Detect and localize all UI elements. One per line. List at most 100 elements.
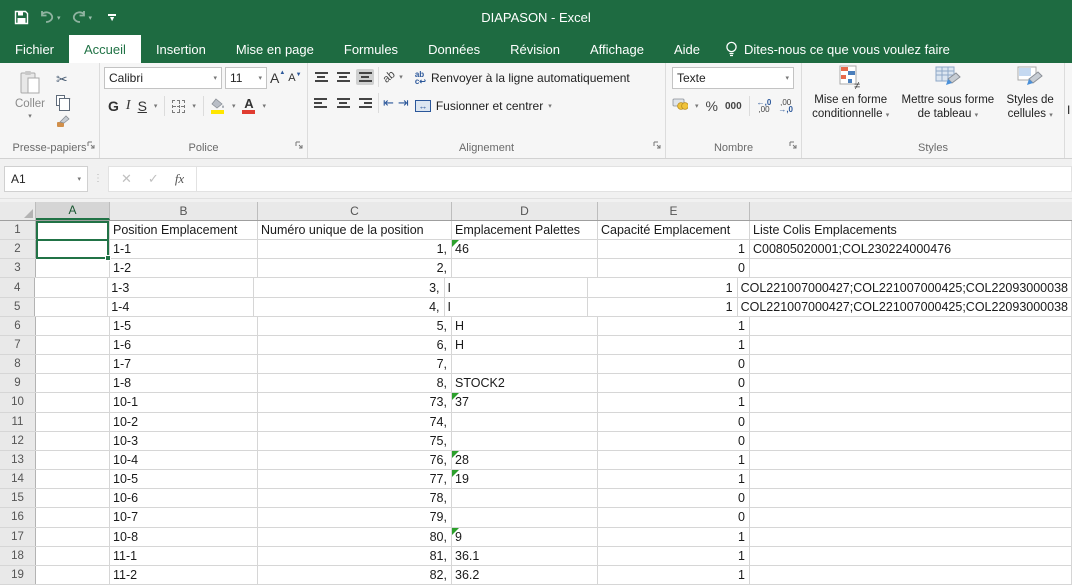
- increase-indent-icon[interactable]: ⇥: [398, 95, 409, 111]
- row-header-3[interactable]: 3: [0, 259, 36, 277]
- number-dialog-launcher-icon[interactable]: [788, 139, 798, 155]
- cell-b2[interactable]: 1-1: [110, 240, 258, 258]
- cell-d8[interactable]: [452, 355, 598, 373]
- row-header-8[interactable]: 8: [0, 355, 36, 373]
- percent-style-button[interactable]: %: [706, 98, 718, 114]
- cell-d4[interactable]: I: [445, 278, 589, 296]
- cell-d10[interactable]: 37: [452, 393, 598, 411]
- cell-b5[interactable]: 1-4: [108, 298, 254, 316]
- cell-a5[interactable]: [35, 298, 108, 316]
- row-header-6[interactable]: 6: [0, 317, 36, 335]
- row-header-15[interactable]: 15: [0, 489, 36, 507]
- cell-a17[interactable]: [36, 528, 110, 546]
- cell-f17[interactable]: [750, 528, 1072, 546]
- undo-dropdown-icon[interactable]: ▾: [57, 14, 61, 22]
- cell-c1[interactable]: Numéro unique de la position: [258, 221, 452, 239]
- cell-b15[interactable]: 10-6: [110, 489, 258, 507]
- cell-b14[interactable]: 10-5: [110, 470, 258, 488]
- borders-dropdown-icon[interactable]: ▾: [192, 102, 196, 110]
- cell-b18[interactable]: 11-1: [110, 547, 258, 565]
- cell-d7[interactable]: H: [452, 336, 598, 354]
- column-header-A[interactable]: A: [36, 202, 110, 220]
- cell-e3[interactable]: 0: [598, 259, 750, 277]
- cell-a12[interactable]: [36, 432, 110, 450]
- cell-a7[interactable]: [36, 336, 110, 354]
- cell-d1[interactable]: Emplacement Palettes: [452, 221, 598, 239]
- cell-c9[interactable]: 8,: [258, 374, 452, 392]
- font-size-select[interactable]: 11▾: [225, 67, 267, 89]
- cell-c5[interactable]: 4,: [254, 298, 445, 316]
- cell-f12[interactable]: [750, 432, 1072, 450]
- cell-styles-button[interactable]: Styles decellules ▾: [1007, 65, 1054, 140]
- bold-button[interactable]: G: [108, 98, 119, 114]
- cell-a18[interactable]: [36, 547, 110, 565]
- row-header-16[interactable]: 16: [0, 508, 36, 526]
- row-header-11[interactable]: 11: [0, 413, 36, 431]
- format-as-table-button[interactable]: Mettre sous formede tableau ▾: [902, 65, 995, 140]
- save-icon[interactable]: [14, 10, 29, 25]
- copy-button[interactable]: ▾: [56, 92, 71, 108]
- decrease-decimal-button[interactable]: ,00→,0: [778, 99, 793, 113]
- fill-color-button[interactable]: [211, 98, 225, 114]
- cell-a8[interactable]: [36, 355, 110, 373]
- cell-c17[interactable]: 80,: [258, 528, 452, 546]
- cell-a2[interactable]: [36, 240, 110, 258]
- align-left-icon[interactable]: [312, 95, 330, 111]
- cell-b13[interactable]: 10-4: [110, 451, 258, 469]
- cell-b1[interactable]: Position Emplacement: [110, 221, 258, 239]
- row-header-13[interactable]: 13: [0, 451, 36, 469]
- wrap-text-button[interactable]: abc↩ Renvoyer à la ligne automatiquement: [415, 67, 661, 89]
- row-header-5[interactable]: 5: [0, 298, 35, 316]
- cell-c10[interactable]: 73,: [258, 393, 452, 411]
- merge-center-dropdown-icon[interactable]: ▾: [548, 102, 552, 110]
- paste-button[interactable]: Coller ▾: [4, 67, 56, 140]
- cell-a4[interactable]: [35, 278, 108, 296]
- cell-d14[interactable]: 19: [452, 470, 598, 488]
- cell-e17[interactable]: 1: [598, 528, 750, 546]
- fill-color-dropdown-icon[interactable]: ▾: [232, 102, 236, 110]
- cell-c8[interactable]: 7,: [258, 355, 452, 373]
- font-color-button[interactable]: A: [242, 98, 255, 114]
- cell-f2[interactable]: C00805020001;COL230224000476: [750, 240, 1072, 258]
- paste-dropdown-icon[interactable]: ▾: [28, 112, 32, 120]
- cell-c19[interactable]: 82,: [258, 566, 452, 584]
- cell-d3[interactable]: [452, 259, 598, 277]
- cell-f8[interactable]: [750, 355, 1072, 373]
- name-box[interactable]: A1▾: [4, 166, 88, 192]
- tab-insertion[interactable]: Insertion: [141, 35, 221, 63]
- cell-a13[interactable]: [36, 451, 110, 469]
- row-header-1[interactable]: 1: [0, 221, 36, 239]
- cell-e5[interactable]: 1: [588, 298, 738, 316]
- cell-f1[interactable]: Liste Colis Emplacements: [750, 221, 1072, 239]
- cell-f10[interactable]: [750, 393, 1072, 411]
- alignment-dialog-launcher-icon[interactable]: [652, 139, 662, 155]
- row-header-4[interactable]: 4: [0, 278, 35, 296]
- tab-formules[interactable]: Formules: [329, 35, 413, 63]
- cell-c12[interactable]: 75,: [258, 432, 452, 450]
- cell-c7[interactable]: 6,: [258, 336, 452, 354]
- redo-icon[interactable]: ▾: [71, 11, 93, 24]
- row-header-12[interactable]: 12: [0, 432, 36, 450]
- column-header-D[interactable]: D: [452, 202, 598, 220]
- cell-f5[interactable]: COL221007000427;COL221007000425;COL22093…: [738, 298, 1072, 316]
- tab-accueil[interactable]: Accueil: [69, 35, 141, 63]
- select-all-corner[interactable]: [0, 202, 36, 220]
- cell-d11[interactable]: [452, 413, 598, 431]
- cell-f4[interactable]: COL221007000427;COL221007000425;COL22093…: [738, 278, 1072, 296]
- cell-e9[interactable]: 0: [598, 374, 750, 392]
- tab-affichage[interactable]: Affichage: [575, 35, 659, 63]
- decrease-font-size-button[interactable]: A▼: [288, 72, 301, 84]
- row-header-2[interactable]: 2: [0, 240, 36, 258]
- increase-font-size-button[interactable]: A▲: [270, 70, 285, 86]
- cell-b9[interactable]: 1-8: [110, 374, 258, 392]
- tab-mise-en-page[interactable]: Mise en page: [221, 35, 329, 63]
- cell-f14[interactable]: [750, 470, 1072, 488]
- cell-a14[interactable]: [36, 470, 110, 488]
- cell-e8[interactable]: 0: [598, 355, 750, 373]
- accounting-dropdown-icon[interactable]: ▾: [695, 102, 699, 110]
- cell-a11[interactable]: [36, 413, 110, 431]
- cell-d6[interactable]: H: [452, 317, 598, 335]
- align-middle-icon[interactable]: [334, 69, 352, 85]
- underline-button[interactable]: S: [138, 98, 147, 114]
- cell-b8[interactable]: 1-7: [110, 355, 258, 373]
